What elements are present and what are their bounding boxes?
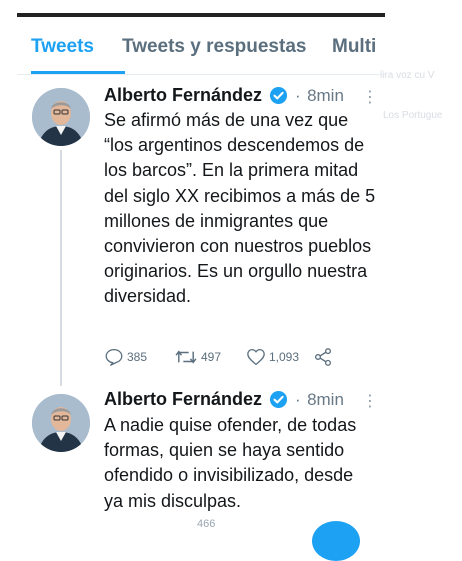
tweet-header: Alberto Fernández · 8min ⋮ — [104, 389, 378, 415]
background-ghost-text: lira voz cu V — [380, 70, 435, 81]
author-name[interactable]: Alberto Fernández — [104, 85, 262, 105]
top-divider — [17, 13, 385, 17]
reply-button[interactable]: 385 — [104, 346, 147, 368]
share-button[interactable] — [313, 346, 336, 368]
retweet-icon — [175, 350, 197, 364]
tweet-timestamp[interactable]: 8min — [307, 390, 344, 409]
avatar[interactable] — [32, 88, 90, 146]
reply-count: 385 — [127, 350, 148, 364]
like-count: 1,093 — [269, 350, 300, 364]
header-separator: · — [294, 85, 301, 105]
verified-badge-icon — [270, 390, 288, 409]
avatar[interactable] — [32, 394, 90, 452]
retweet-button[interactable]: 497 — [174, 346, 221, 368]
more-options-icon[interactable]: ⋮ — [362, 391, 378, 411]
tweet-text: A nadie quise ofender, de todas formas, … — [104, 415, 357, 511]
thread-connector-line — [60, 150, 62, 386]
more-options-icon[interactable]: ⋮ — [362, 87, 378, 107]
reply-icon — [105, 348, 123, 366]
tweet-actions: 385 497 1,093 — [104, 346, 384, 368]
heart-icon — [247, 348, 265, 366]
compose-tweet-button[interactable] — [312, 521, 360, 561]
tab-tweets[interactable]: Tweets — [31, 36, 94, 58]
retweet-count: 497 — [201, 350, 222, 364]
tab-multimedia[interactable]: Multi — [332, 36, 376, 58]
author-name[interactable]: Alberto Fernández — [104, 389, 262, 409]
like-button[interactable]: 1,093 — [246, 346, 299, 368]
background-ghost-text: Los Portugue — [383, 110, 443, 121]
partial-reply-count: 466 — [197, 518, 216, 530]
tweet-timestamp[interactable]: 8min — [307, 86, 344, 105]
tab-tweets-and-replies[interactable]: Tweets y respuestas — [122, 36, 306, 58]
profile-tabs: Tweets Tweets y respuestas Multi — [17, 22, 385, 75]
verified-badge-icon — [270, 86, 288, 105]
tweet-text: Se afirmó más de una vez que “los argent… — [104, 110, 376, 307]
share-icon — [315, 348, 331, 366]
active-tab-indicator — [31, 71, 125, 74]
header-separator: · — [294, 389, 301, 409]
